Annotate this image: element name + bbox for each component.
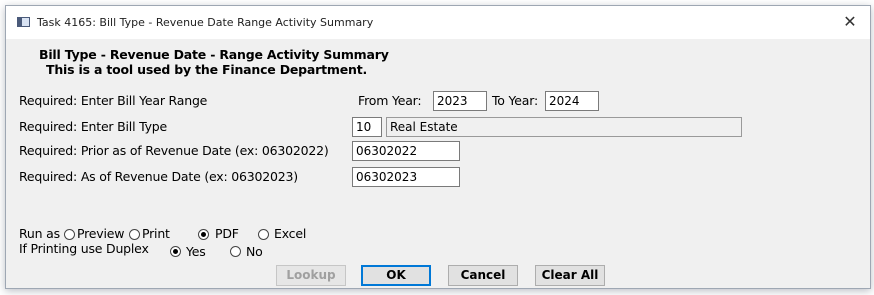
radio-print[interactable] [129, 229, 140, 240]
radio-pdf-label: PDF [215, 226, 239, 241]
radio-duplex-yes-label: Yes [186, 244, 206, 259]
to-year-label: To Year: [492, 93, 538, 108]
radio-preview-label: Preview [77, 226, 125, 241]
prior-date-label: Required: Prior as of Revenue Date (ex: … [19, 143, 329, 158]
lookup-button[interactable]: Lookup [276, 265, 346, 286]
app-window-icon [17, 17, 30, 27]
year-range-label: Required: Enter Bill Year Range [19, 93, 208, 108]
title-bar: Task 4165: Bill Type - Revenue Date Rang… [6, 6, 870, 39]
as-of-date-input[interactable]: 06302023 [352, 167, 460, 187]
radio-duplex-yes[interactable] [170, 246, 181, 257]
radio-duplex-no[interactable] [230, 246, 241, 257]
window-title: Task 4165: Bill Type - Revenue Date Rang… [37, 16, 374, 29]
radio-preview[interactable] [64, 229, 75, 240]
page-title: Bill Type - Revenue Date - Range Activit… [39, 47, 389, 62]
radio-pdf[interactable] [198, 229, 209, 240]
radio-excel-label: Excel [274, 226, 307, 241]
bill-type-label: Required: Enter Bill Type [19, 119, 168, 134]
run-as-label: Run as [19, 226, 60, 241]
to-year-input[interactable]: 2024 [545, 91, 599, 111]
from-year-label: From Year: [358, 93, 422, 108]
radio-print-label: Print [142, 226, 170, 241]
cancel-button[interactable]: Cancel [448, 265, 518, 286]
as-of-date-label: Required: As of Revenue Date (ex: 063020… [19, 169, 298, 184]
page-subtitle: This is a tool used by the Finance Depar… [46, 62, 368, 77]
radio-excel[interactable] [258, 229, 269, 240]
from-year-input[interactable]: 2023 [433, 91, 487, 111]
bill-type-code-input[interactable]: 10 [352, 117, 382, 137]
radio-duplex-no-label: No [246, 244, 263, 259]
task-dialog-window: Task 4165: Bill Type - Revenue Date Rang… [5, 5, 871, 289]
ok-button[interactable]: OK [361, 265, 431, 286]
duplex-label: If Printing use Duplex [19, 241, 149, 256]
close-icon[interactable]: ✕ [840, 12, 860, 32]
prior-date-input[interactable]: 06302022 [352, 141, 460, 161]
bill-type-description: Real Estate [386, 117, 742, 137]
clear-all-button[interactable]: Clear All [535, 265, 605, 286]
